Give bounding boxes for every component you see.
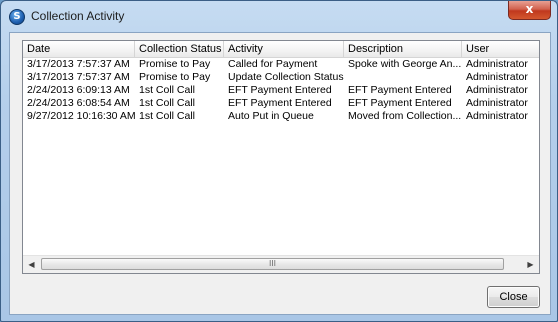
table-row[interactable]: 2/24/2013 6:08:54 AM 1st Coll Call EFT P… <box>23 97 539 110</box>
column-header-collection-status[interactable]: Collection Status <box>135 41 224 57</box>
cell-date: 2/24/2013 6:09:13 AM <box>27 84 130 96</box>
scroll-right-arrow-icon[interactable]: ▶ <box>522 256 539 273</box>
cell-date: 9/27/2012 10:16:30 AM <box>27 110 135 122</box>
cell-description: EFT Payment Entered <box>348 97 452 109</box>
column-header-date[interactable]: Date <box>23 41 135 57</box>
cell-activity: EFT Payment Entered <box>228 97 332 109</box>
cell-date: 3/17/2013 7:57:37 AM <box>27 58 130 70</box>
cell-user: Administrator <box>466 84 528 96</box>
cell-user: Administrator <box>466 97 528 109</box>
scrollbar-thumb[interactable]: III <box>41 258 504 270</box>
cell-user: Administrator <box>466 58 528 70</box>
cell-activity: Auto Put in Queue <box>228 110 314 122</box>
window-title: Collection Activity <box>31 9 125 23</box>
cell-activity: EFT Payment Entered <box>228 84 332 96</box>
cell-description: Moved from Collection... <box>348 110 462 122</box>
window-close-button[interactable]: x <box>508 1 551 20</box>
column-header-description[interactable]: Description <box>344 41 462 57</box>
dialog-body: Date Collection Status Activity Descript… <box>9 32 551 315</box>
cell-date: 3/17/2013 7:57:37 AM <box>27 71 130 83</box>
cell-collection-status: 1st Coll Call <box>139 97 196 109</box>
close-button[interactable]: Close <box>487 286 540 308</box>
cell-activity: Update Collection Status <box>228 71 344 83</box>
cell-description: Spoke with George An... <box>348 58 462 70</box>
table-row[interactable]: 2/24/2013 6:09:13 AM 1st Coll Call EFT P… <box>23 84 539 97</box>
cell-description: EFT Payment Entered <box>348 84 452 96</box>
horizontal-scrollbar[interactable]: ◀ III ▶ <box>23 255 539 273</box>
activity-list[interactable]: Date Collection Status Activity Descript… <box>22 40 540 274</box>
table-row[interactable]: 3/17/2013 7:57:37 AM Promise to Pay Upda… <box>23 71 539 84</box>
table-row[interactable]: 3/17/2013 7:57:37 AM Promise to Pay Call… <box>23 58 539 71</box>
table-row[interactable]: 9/27/2012 10:16:30 AM 1st Coll Call Auto… <box>23 110 539 123</box>
cell-activity: Called for Payment <box>228 58 318 70</box>
collection-activity-window: S Collection Activity x Date Collection … <box>0 0 558 322</box>
cell-description <box>344 71 462 84</box>
scroll-left-arrow-icon[interactable]: ◀ <box>23 256 40 273</box>
cell-date: 2/24/2013 6:08:54 AM <box>27 97 130 109</box>
column-header-activity[interactable]: Activity <box>224 41 344 57</box>
list-header: Date Collection Status Activity Descript… <box>23 41 539 58</box>
cell-user: Administrator <box>466 110 528 122</box>
column-header-user[interactable]: User <box>462 41 539 57</box>
app-logo-icon: S <box>9 9 25 25</box>
title-bar[interactable]: S Collection Activity x <box>1 1 557 32</box>
cell-collection-status: 1st Coll Call <box>139 110 196 122</box>
cell-collection-status: Promise to Pay <box>139 71 211 83</box>
cell-collection-status: 1st Coll Call <box>139 84 196 96</box>
cell-user: Administrator <box>466 71 528 83</box>
cell-collection-status: Promise to Pay <box>139 58 211 70</box>
